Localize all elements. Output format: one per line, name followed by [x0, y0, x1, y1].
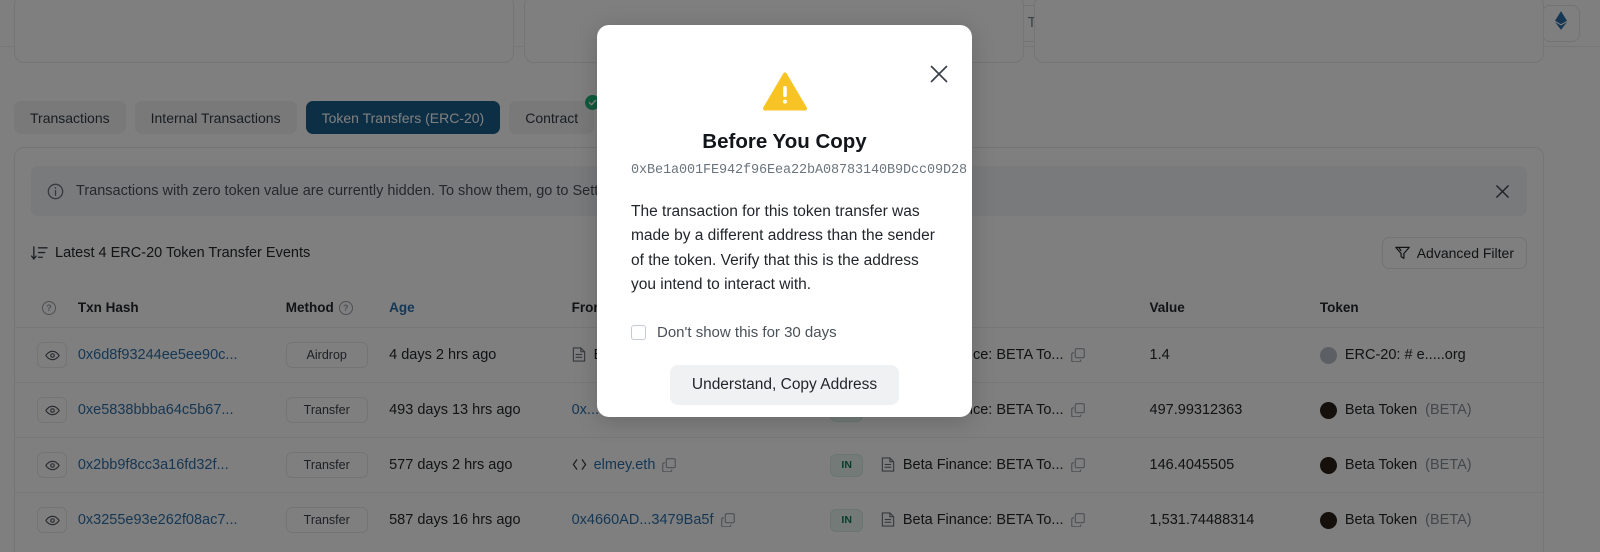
modal-title: Before You Copy	[702, 130, 867, 153]
understand-copy-address-button[interactable]: Understand, Copy Address	[669, 364, 900, 405]
dont-show-label: Don't show this for 30 days	[657, 323, 837, 341]
modal-content: Before You Copy 0xBe1a001FE942f96Eea22bA…	[597, 25, 972, 405]
dont-show-checkbox-row[interactable]: Don't show this for 30 days	[631, 324, 938, 341]
app-root: ETH Price: $1,669.70 (+1.09%) Gas: 6 Gwe…	[0, 0, 1600, 552]
modal-address: 0xBe1a001FE942f96Eea22bA08783140B9Dcc09D…	[631, 163, 968, 178]
dont-show-checkbox[interactable]	[631, 324, 646, 340]
before-you-copy-modal: Before You Copy 0xBe1a001FE942f96Eea22bA…	[597, 25, 972, 417]
modal-actions: Understand, Copy Address	[631, 364, 938, 405]
warning-triangle-icon	[762, 72, 807, 112]
modal-body-text: The transaction for this token transfer …	[631, 203, 935, 294]
close-icon[interactable]	[928, 63, 950, 85]
